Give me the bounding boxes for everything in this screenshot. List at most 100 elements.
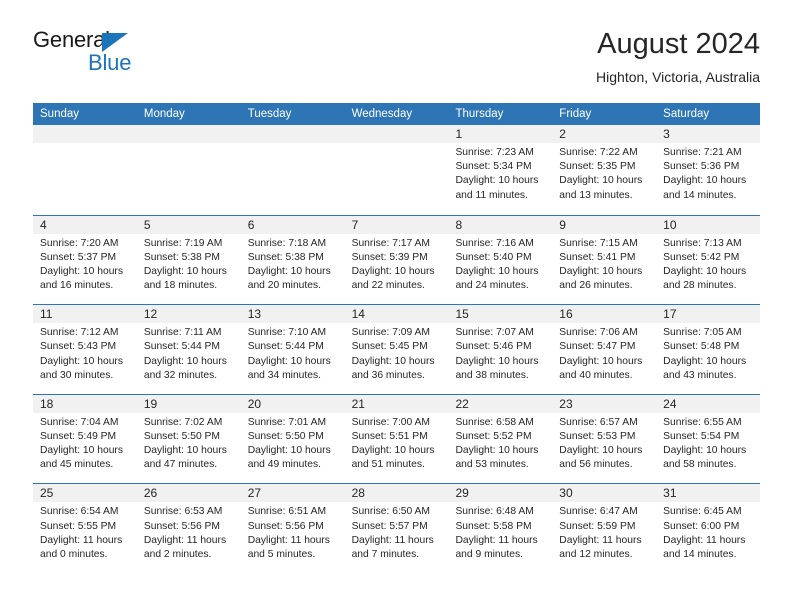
sunset-text: Sunset: 6:00 PM <box>663 520 740 532</box>
day-cell[interactable]: 3 Sunrise: 7:21 AM Sunset: 5:36 PM Daylight… <box>656 125 761 215</box>
day-number-band: 3 <box>656 125 761 143</box>
day-number: 10 <box>663 217 677 232</box>
day-sun-info: Sunrise: 7:11 AM Sunset: 5:44 PM Daylight:… <box>137 323 241 383</box>
day-cell-empty <box>136 125 241 215</box>
day-sun-info: Sunrise: 7:09 AM Sunset: 5:45 PM Daylight:… <box>345 323 449 383</box>
day-number-band: 1 <box>448 125 553 143</box>
day-cell[interactable]: 30 Sunrise: 6:47 AM Sunset: 5:59 PM Dayligh… <box>552 484 657 573</box>
day-cell[interactable]: 24 Sunrise: 6:55 AM Sunset: 5:54 PM Dayligh… <box>656 394 761 484</box>
daylight-text-line1: Daylight: 11 hours <box>143 534 227 546</box>
day-cell[interactable]: 23 Sunrise: 6:57 AM Sunset: 5:53 PM Dayligh… <box>552 394 657 484</box>
day-cell[interactable]: 15 Sunrise: 7:07 AM Sunset: 5:46 PM Dayligh… <box>448 305 553 394</box>
day-cell[interactable]: 12 Sunrise: 7:11 AM Sunset: 5:44 PM Dayligh… <box>136 305 241 394</box>
day-cell[interactable]: 16 Sunrise: 7:06 AM Sunset: 5:47 PM Dayligh… <box>552 305 657 394</box>
day-sun-info: Sunrise: 7:12 AM Sunset: 5:43 PM Daylight:… <box>33 323 137 383</box>
day-cell[interactable]: 9 Sunrise: 7:15 AM Sunset: 5:41 PM Daylight… <box>552 215 657 305</box>
daylight-text-line1: Daylight: 11 hours <box>455 534 538 546</box>
calendar-page: General Blue August 2024 Highton, Victor… <box>0 0 792 612</box>
day-cell[interactable]: 2 Sunrise: 7:22 AM Sunset: 5:35 PM Daylight… <box>552 125 657 215</box>
day-cell[interactable]: 21 Sunrise: 7:00 AM Sunset: 5:51 PM Dayligh… <box>344 394 449 484</box>
daylight-text-line2: and 45 minutes. <box>40 459 114 471</box>
sunset-text: Sunset: 5:34 PM <box>455 161 532 173</box>
daylight-text-line1: Daylight: 10 hours <box>143 355 227 367</box>
day-cell[interactable]: 6 Sunrise: 7:18 AM Sunset: 5:38 PM Daylight… <box>240 215 345 305</box>
weekday-header-tuesday: Tuesday <box>247 108 292 120</box>
day-cell[interactable]: 13 Sunrise: 7:10 AM Sunset: 5:44 PM Dayligh… <box>240 305 345 394</box>
day-sun-info: Sunrise: 7:06 AM Sunset: 5:47 PM Daylight:… <box>552 323 656 383</box>
day-sun-info: Sunrise: 7:21 AM Sunset: 5:36 PM Daylight:… <box>656 143 760 203</box>
sunrise-text: Sunrise: 6:45 AM <box>663 506 742 518</box>
day-number: 22 <box>455 396 469 411</box>
day-cell[interactable]: 8 Sunrise: 7:16 AM Sunset: 5:40 PM Daylight… <box>448 215 553 305</box>
day-number: 20 <box>247 396 262 411</box>
sunset-text: Sunset: 5:39 PM <box>351 251 428 263</box>
daylight-text-line2: and 12 minutes. <box>559 548 633 560</box>
sunset-text: Sunset: 5:52 PM <box>455 430 532 442</box>
day-number-band: 19 <box>136 394 241 413</box>
day-number-band: 6 <box>240 215 345 234</box>
day-cell-empty <box>33 125 137 215</box>
sunset-text: Sunset: 5:44 PM <box>143 341 220 353</box>
sunrise-text: Sunrise: 7:13 AM <box>663 237 742 249</box>
day-cell[interactable]: 25 Sunrise: 6:54 AM Sunset: 5:55 PM Dayligh… <box>33 484 137 573</box>
sunset-text: Sunset: 5:47 PM <box>559 341 636 353</box>
day-number: 4 <box>40 217 47 232</box>
daylight-text-line2: and 24 minutes. <box>455 280 529 292</box>
day-number-band: 4 <box>33 215 137 234</box>
daylight-text-line1: Daylight: 11 hours <box>351 534 434 546</box>
daylight-text-line1: Daylight: 10 hours <box>247 355 331 367</box>
calendar-week-row: 4 Sunrise: 7:20 AM Sunset: 5:37 PM Daylight… <box>33 214 761 305</box>
daylight-text-line2: and 5 minutes. <box>247 548 316 560</box>
sunset-text: Sunset: 5:59 PM <box>559 520 636 532</box>
daylight-text-line1: Daylight: 10 hours <box>351 266 435 277</box>
daylight-text-line1: Daylight: 10 hours <box>351 355 435 367</box>
day-cell[interactable]: 1 Sunrise: 7:23 AM Sunset: 5:34 PM Daylight… <box>448 125 553 215</box>
daylight-text-line2: and 32 minutes. <box>143 369 218 381</box>
sunrise-text: Sunrise: 7:02 AM <box>143 416 223 428</box>
daylight-text-line1: Daylight: 10 hours <box>663 355 747 367</box>
page-header: General Blue August 2024 Highton, Victor… <box>33 28 760 90</box>
daylight-text-line1: Daylight: 10 hours <box>247 266 331 277</box>
sunset-text: Sunset: 5:37 PM <box>40 251 117 263</box>
day-cell[interactable]: 10 Sunrise: 7:13 AM Sunset: 5:42 PM Dayligh… <box>656 215 761 305</box>
daylight-text-line1: Daylight: 10 hours <box>559 175 643 187</box>
day-number-band: 9 <box>552 215 657 234</box>
daylight-text-line2: and 11 minutes. <box>455 189 528 201</box>
sunrise-text: Sunrise: 7:23 AM <box>455 147 534 158</box>
sunset-text: Sunset: 5:38 PM <box>247 251 324 263</box>
day-sun-info: Sunrise: 7:19 AM Sunset: 5:38 PM Daylight:… <box>137 234 241 294</box>
day-cell[interactable]: 27 Sunrise: 6:51 AM Sunset: 5:56 PM Dayligh… <box>240 484 345 573</box>
day-cell[interactable]: 26 Sunrise: 6:53 AM Sunset: 5:56 PM Dayligh… <box>136 484 241 573</box>
day-number-band: 7 <box>344 215 449 234</box>
day-cell[interactable]: 11 Sunrise: 7:12 AM Sunset: 5:43 PM Dayligh… <box>33 305 137 394</box>
day-sun-info: Sunrise: 6:53 AM Sunset: 5:56 PM Daylight:… <box>137 502 241 562</box>
day-cell[interactable]: 14 Sunrise: 7:09 AM Sunset: 5:45 PM Dayligh… <box>344 305 449 394</box>
day-cell[interactable]: 20 Sunrise: 7:01 AM Sunset: 5:50 PM Dayligh… <box>240 394 345 484</box>
day-number: 2 <box>559 127 566 141</box>
sunrise-text: Sunrise: 7:01 AM <box>247 416 327 428</box>
sunrise-text: Sunrise: 7:11 AM <box>143 327 222 339</box>
day-number: 18 <box>40 396 54 411</box>
day-cell[interactable]: 29 Sunrise: 6:48 AM Sunset: 5:58 PM Dayligh… <box>448 484 553 573</box>
sunrise-text: Sunrise: 7:07 AM <box>455 327 534 339</box>
day-cell[interactable]: 31 Sunrise: 6:45 AM Sunset: 6:00 PM Dayligh… <box>656 484 761 573</box>
day-cell[interactable]: 19 Sunrise: 7:02 AM Sunset: 5:50 PM Dayligh… <box>136 394 241 484</box>
day-cell[interactable]: 4 Sunrise: 7:20 AM Sunset: 5:37 PM Daylight… <box>33 215 137 305</box>
daylight-text-line2: and 47 minutes. <box>143 459 218 471</box>
day-sun-info: Sunrise: 7:20 AM Sunset: 5:37 PM Daylight:… <box>33 234 137 294</box>
day-cell[interactable]: 22 Sunrise: 6:58 AM Sunset: 5:52 PM Dayligh… <box>448 394 553 484</box>
daylight-text-line2: and 14 minutes. <box>663 548 737 560</box>
day-cell[interactable]: 28 Sunrise: 6:50 AM Sunset: 5:57 PM Dayligh… <box>344 484 449 573</box>
day-sun-info: Sunrise: 6:45 AM Sunset: 6:00 PM Daylight:… <box>656 502 760 562</box>
day-number: 23 <box>559 396 573 411</box>
day-cell[interactable]: 7 Sunrise: 7:17 AM Sunset: 5:39 PM Daylight… <box>344 215 449 305</box>
daylight-text-line2: and 51 minutes. <box>351 459 425 471</box>
day-cell[interactable]: 18 Sunrise: 7:04 AM Sunset: 5:49 PM Dayligh… <box>33 394 137 484</box>
sunset-text: Sunset: 5:50 PM <box>143 430 220 442</box>
day-cell[interactable]: 5 Sunrise: 7:19 AM Sunset: 5:38 PM Daylight… <box>136 215 241 305</box>
sunrise-text: Sunrise: 7:00 AM <box>351 416 430 428</box>
day-number: 29 <box>455 486 469 501</box>
generalblue-logo[interactable]: General Blue <box>33 28 223 84</box>
day-cell[interactable]: 17 Sunrise: 7:05 AM Sunset: 5:48 PM Dayligh… <box>656 305 761 394</box>
daylight-text-line2: and 14 minutes. <box>663 189 737 201</box>
